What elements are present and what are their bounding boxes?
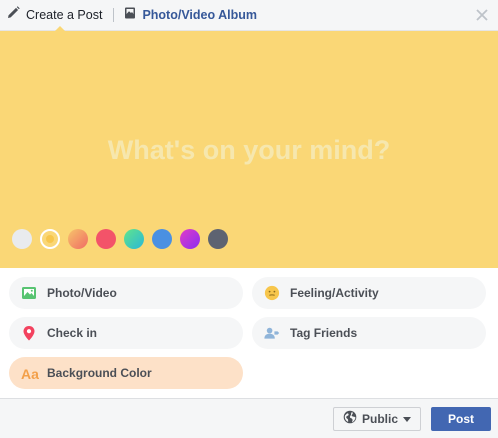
photo-icon xyxy=(21,285,37,301)
feeling-activity-label: Feeling/Activity xyxy=(290,286,379,300)
photo-video-label: Photo/Video xyxy=(47,286,117,300)
album-icon xyxy=(124,6,136,24)
status-composer[interactable]: What's on your mind? xyxy=(0,31,498,268)
tab-photo-video-album-label: Photo/Video Album xyxy=(142,8,258,22)
swatch-purple[interactable] xyxy=(180,229,200,249)
smiley-icon xyxy=(264,285,280,301)
check-in-label: Check in xyxy=(47,326,98,340)
globe-icon xyxy=(343,410,357,429)
audience-selector[interactable]: Public xyxy=(333,407,421,431)
swatch-gray[interactable] xyxy=(208,229,228,249)
background-color-button[interactable]: Aa Background Color xyxy=(9,357,243,389)
swatch-blue[interactable] xyxy=(152,229,172,249)
photo-video-button[interactable]: Photo/Video xyxy=(9,277,243,309)
location-pin-icon xyxy=(21,325,37,341)
swatch-orange[interactable] xyxy=(68,229,88,249)
swatch-red[interactable] xyxy=(96,229,116,249)
header-divider xyxy=(113,8,115,22)
svg-text:Aa: Aa xyxy=(21,366,39,381)
background-swatches xyxy=(12,229,236,249)
audience-label: Public xyxy=(362,412,399,426)
swatch-yellow[interactable] xyxy=(40,229,60,249)
post-button[interactable]: Post xyxy=(431,407,491,431)
background-color-label: Background Color xyxy=(47,366,152,380)
tag-friends-icon xyxy=(264,325,280,341)
tab-photo-video-album[interactable]: Photo/Video Album xyxy=(124,0,257,31)
check-in-button[interactable]: Check in xyxy=(9,317,243,349)
feeling-activity-button[interactable]: Feeling/Activity xyxy=(252,277,486,309)
swatch-teal-green[interactable] xyxy=(124,229,144,249)
chevron-down-icon xyxy=(403,416,412,422)
composer-placeholder[interactable]: What's on your mind? xyxy=(0,135,498,166)
tag-friends-label: Tag Friends xyxy=(290,326,358,340)
swatch-white[interactable] xyxy=(12,229,32,249)
selected-dot xyxy=(46,235,54,243)
pencil-icon xyxy=(7,6,20,24)
composer-footer: Public Post xyxy=(0,398,498,438)
tab-create-post-label: Create a Post xyxy=(26,8,103,22)
tab-create-post[interactable]: Create a Post xyxy=(0,0,103,32)
close-icon[interactable] xyxy=(474,7,490,23)
composer-header: Create a Post Photo/Video Album xyxy=(0,0,498,32)
text-style-icon: Aa xyxy=(21,365,43,381)
tag-friends-button[interactable]: Tag Friends xyxy=(252,317,486,349)
